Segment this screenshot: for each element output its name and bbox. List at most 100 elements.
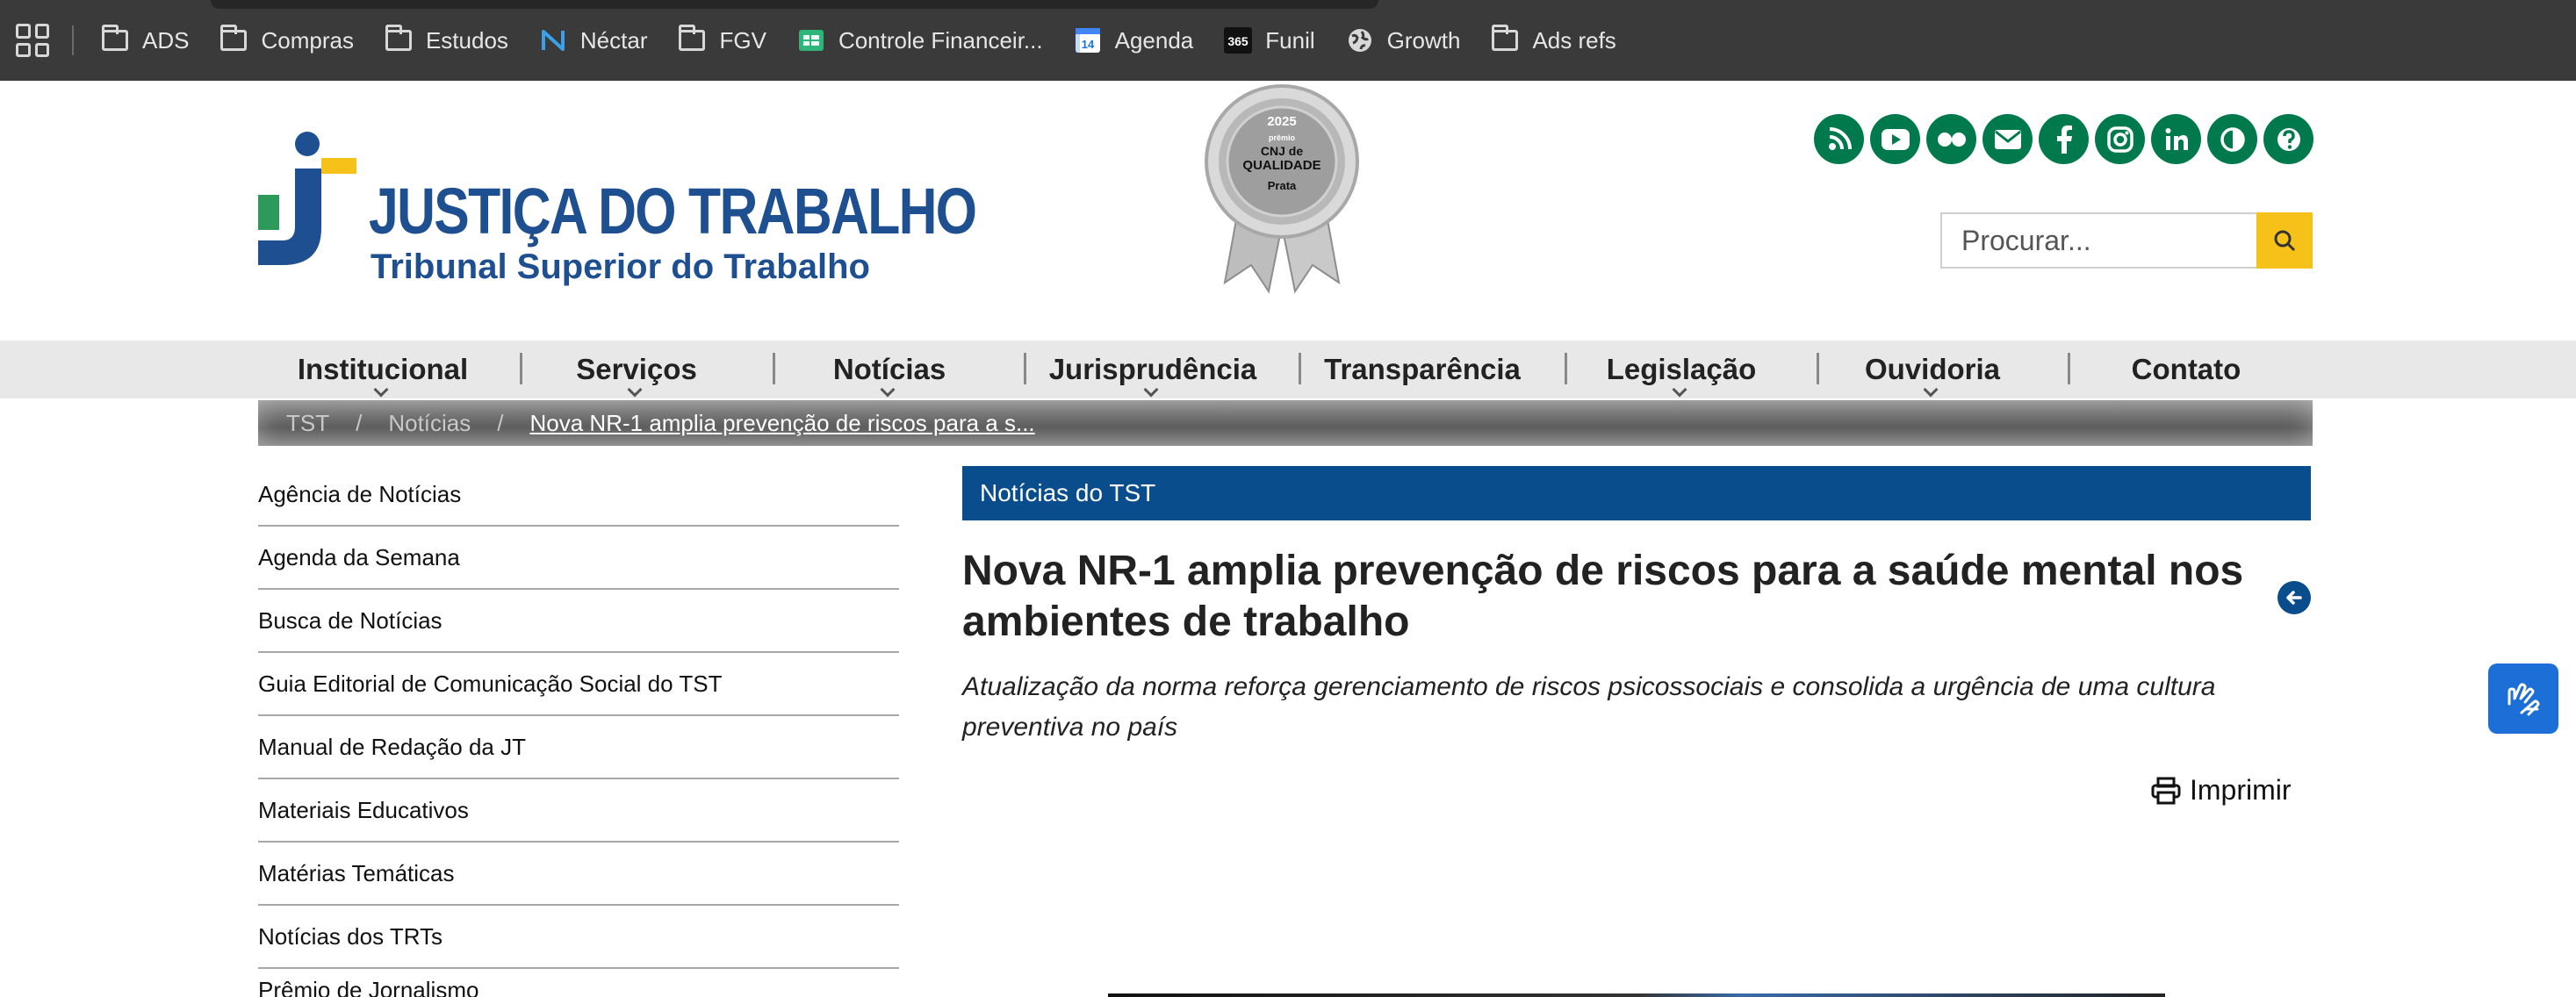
nav-separator bbox=[1817, 353, 1819, 384]
nav-separator bbox=[1299, 353, 1301, 384]
bookmark-label: Agenda bbox=[1114, 26, 1194, 54]
funil-365-icon: 365 bbox=[1223, 25, 1253, 55]
sidebar-item-busca-de-noticias[interactable]: Busca de Notícias bbox=[258, 590, 899, 653]
nav-item-legislacao[interactable]: Legislação bbox=[1589, 341, 1774, 398]
sidebar-item-noticias-dos-trts[interactable]: Notícias dos TRTs bbox=[258, 906, 899, 969]
nav-item-noticias[interactable]: Notícias bbox=[808, 341, 971, 398]
folder-icon bbox=[677, 25, 707, 55]
sidebar-item-premio-de-jornalismo[interactable]: Prêmio de Jornalismo bbox=[258, 969, 899, 997]
sidebar-item-agencia-de-noticias[interactable]: Agência de Notícias bbox=[258, 463, 899, 527]
folder-icon bbox=[1490, 25, 1520, 55]
printer-icon bbox=[2151, 777, 2181, 804]
folder-icon bbox=[100, 25, 130, 55]
sidebar-item-materiais-educativos[interactable]: Materiais Educativos bbox=[258, 779, 899, 843]
nav-separator bbox=[1565, 353, 1567, 384]
sidebar-item-agenda-da-semana[interactable]: Agenda da Semana bbox=[258, 527, 899, 590]
article-subtitle: Atualização da norma reforça gerenciamen… bbox=[962, 672, 2216, 742]
calendar-icon: 14 bbox=[1073, 25, 1103, 55]
nav-separator bbox=[773, 353, 775, 384]
site-header: JUSTIÇA DO TRABALHO Tribunal Superior do… bbox=[0, 81, 2576, 341]
medal-level: Prata bbox=[1267, 179, 1297, 192]
nav-label: Jurisprudência bbox=[1048, 353, 1257, 385]
social-links bbox=[1814, 114, 2313, 164]
jt-logo-mark-icon bbox=[258, 132, 356, 265]
article-title: Nova NR-1 amplia prevenção de riscos par… bbox=[962, 548, 2244, 645]
bookmarks-bar: ADS Compras Estudos Néctar FGV Controle … bbox=[0, 0, 2576, 81]
facebook-icon[interactable] bbox=[2039, 114, 2089, 164]
nav-label: Notícias bbox=[832, 353, 946, 385]
sidebar-item-manual-de-redacao[interactable]: Manual de Redação da JT bbox=[258, 716, 899, 779]
bookmark-estudos[interactable]: Estudos bbox=[384, 25, 508, 55]
nav-item-jurisprudencia[interactable]: Jurisprudência bbox=[1045, 341, 1261, 398]
search-button[interactable] bbox=[2256, 212, 2313, 269]
sidebar-item-guia-editorial[interactable]: Guia Editorial de Comunicação Social do … bbox=[258, 653, 899, 716]
nav-label: Legislação bbox=[1606, 353, 1757, 385]
medal-line3: QUALIDADE bbox=[1242, 158, 1321, 173]
site-logo[interactable]: JUSTIÇA DO TRABALHO Tribunal Superior do… bbox=[256, 125, 977, 286]
bookmark-agenda[interactable]: 14 Agenda bbox=[1073, 25, 1194, 55]
globe-icon bbox=[1345, 25, 1375, 55]
svg-text:14: 14 bbox=[1081, 38, 1094, 51]
search-icon bbox=[2274, 230, 2296, 252]
svg-text:365: 365 bbox=[1228, 34, 1249, 48]
nav-label: Serviços bbox=[576, 353, 697, 385]
nav-item-ouvidoria[interactable]: Ouvidoria bbox=[1849, 341, 2016, 398]
bookmark-label: Growth bbox=[1386, 26, 1461, 54]
logo-title: JUSTIÇA DO TRABALHO bbox=[369, 175, 977, 247]
nav-item-institucional[interactable]: Institucional bbox=[290, 341, 476, 398]
apps-grid-icon[interactable] bbox=[16, 24, 49, 57]
breadcrumb-item-tst[interactable]: TST bbox=[286, 410, 329, 437]
sidebar-menu: Agência de Notícias Agenda da Semana Bus… bbox=[258, 463, 899, 997]
contrast-icon[interactable] bbox=[2207, 114, 2257, 164]
nav-label: Contato bbox=[2131, 353, 2241, 385]
nav-item-servicos[interactable]: Serviços bbox=[553, 341, 720, 398]
bookmark-fgv[interactable]: FGV bbox=[677, 25, 766, 55]
bookmark-ads[interactable]: ADS bbox=[100, 25, 189, 55]
main-nav: Institucional Serviços Notícias Jurispru… bbox=[0, 341, 2576, 398]
sidebar-item-materias-tematicas[interactable]: Matérias Temáticas bbox=[258, 843, 899, 906]
rss-icon[interactable] bbox=[1814, 114, 1864, 164]
address-bar-edge bbox=[211, 0, 1378, 9]
logo-subtitle: Tribunal Superior do Trabalho bbox=[371, 247, 870, 286]
breadcrumb-separator: / bbox=[356, 409, 363, 436]
bookmark-label: FGV bbox=[719, 26, 766, 54]
nav-item-contato[interactable]: Contato bbox=[2107, 341, 2265, 398]
section-header: Notícias do TST bbox=[962, 466, 2311, 520]
nectar-logo-icon bbox=[538, 25, 568, 55]
flickr-icon[interactable] bbox=[1926, 114, 1976, 164]
bookmark-label: ADS bbox=[142, 26, 190, 54]
bookmark-label: Néctar bbox=[579, 26, 648, 54]
search-input[interactable] bbox=[1940, 212, 2256, 269]
bookmark-label: Estudos bbox=[425, 26, 508, 54]
bookmark-growth[interactable]: Growth bbox=[1345, 25, 1461, 55]
nav-item-transparencia[interactable]: Transparência bbox=[1317, 341, 1528, 398]
nav-separator bbox=[2068, 353, 2070, 384]
bookmark-ads-refs[interactable]: Ads refs bbox=[1490, 25, 1616, 55]
breadcrumb-item-noticias[interactable]: Notícias bbox=[388, 410, 471, 437]
instagram-icon[interactable] bbox=[2095, 114, 2145, 164]
medal-line1: prêmio bbox=[1268, 133, 1295, 142]
bookmarks-separator bbox=[72, 25, 74, 55]
sheets-icon bbox=[796, 25, 826, 55]
bookmark-funil[interactable]: 365 Funil bbox=[1223, 25, 1315, 55]
sign-language-accessibility-button[interactable] bbox=[2488, 663, 2558, 734]
breadcrumb: TST / Notícias / Nova NR-1 amplia preven… bbox=[258, 400, 2313, 446]
linkedin-icon[interactable] bbox=[2151, 114, 2201, 164]
medal-line2: CNJ de bbox=[1260, 144, 1304, 158]
sign-language-icon bbox=[2508, 683, 2540, 716]
bookmark-compras[interactable]: Compras bbox=[219, 25, 354, 55]
bookmark-label: Ads refs bbox=[1532, 26, 1616, 54]
nav-label: Ouvidoria bbox=[1864, 353, 2001, 385]
bookmark-label: Funil bbox=[1265, 26, 1315, 54]
bookmark-nectar[interactable]: Néctar bbox=[538, 25, 648, 55]
email-icon[interactable] bbox=[1982, 114, 2033, 164]
print-button[interactable]: Imprimir bbox=[2151, 774, 2292, 807]
breadcrumb-current[interactable]: Nova NR-1 amplia prevenção de riscos par… bbox=[530, 410, 1035, 437]
youtube-icon[interactable] bbox=[1870, 114, 1920, 164]
breadcrumb-separator: / bbox=[497, 409, 504, 436]
help-icon[interactable] bbox=[2263, 114, 2313, 164]
bookmark-label: Compras bbox=[261, 26, 354, 54]
back-arrow-icon[interactable] bbox=[2277, 581, 2311, 614]
medal-year: 2025 bbox=[1267, 114, 1297, 129]
bookmark-controle-financeiro[interactable]: Controle Financeir... bbox=[796, 25, 1043, 55]
